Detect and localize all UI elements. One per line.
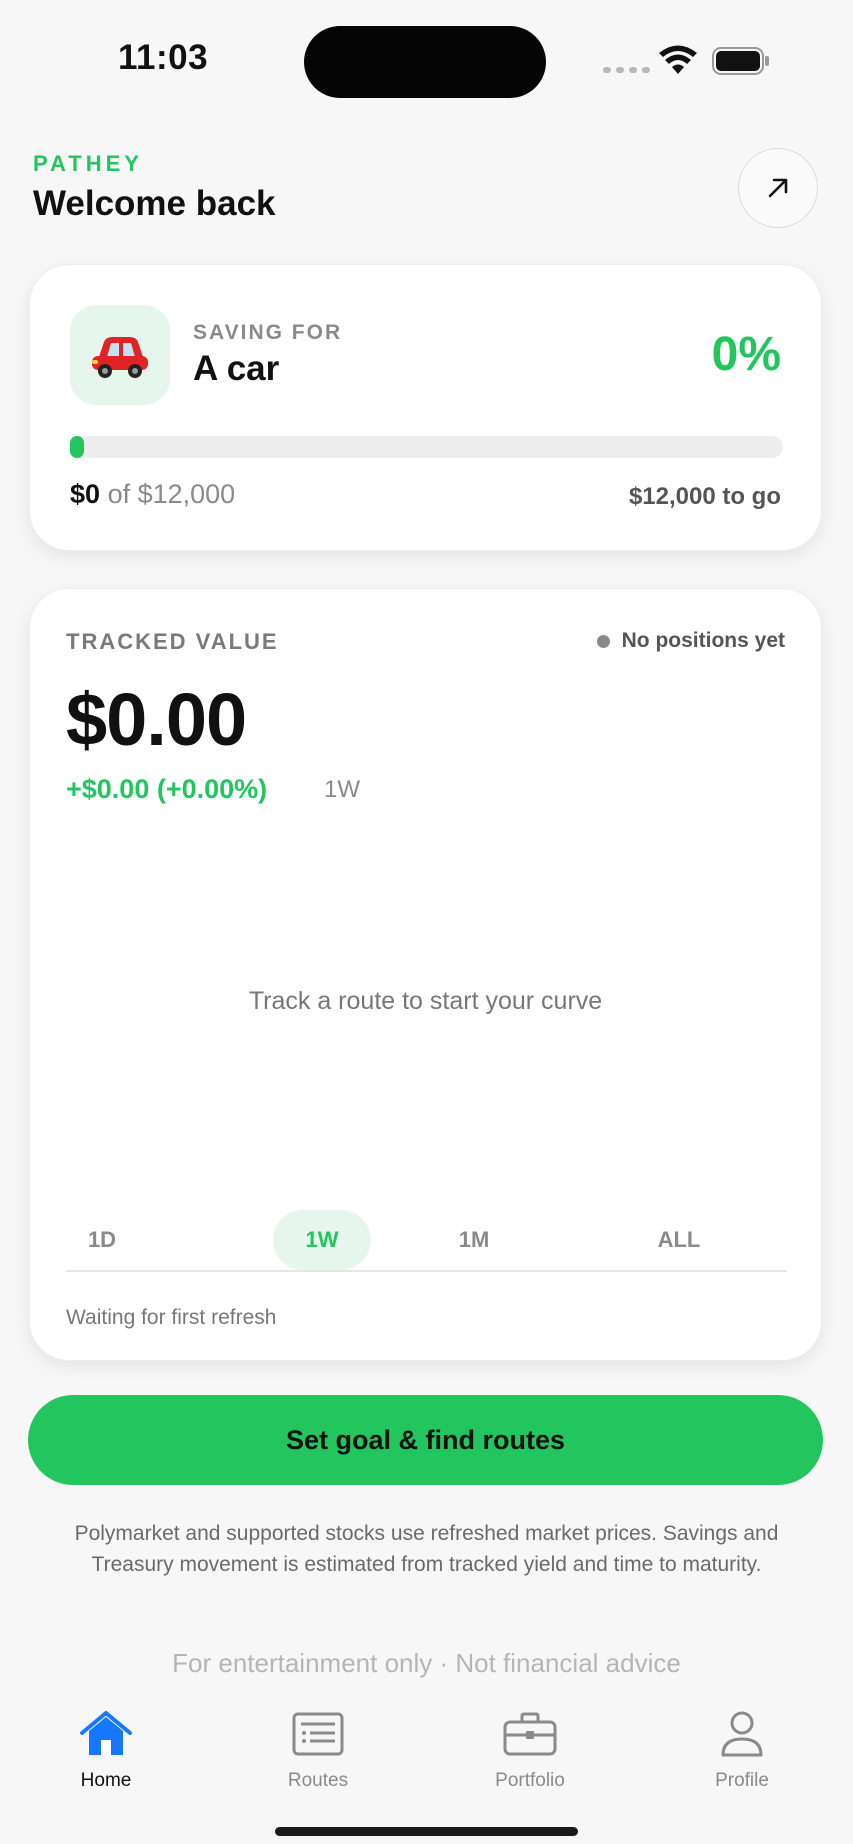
- tab-portfolio-label: Portfolio: [495, 1770, 565, 1791]
- arrow-up-right-icon: [768, 178, 788, 198]
- home-indicator: [275, 1827, 578, 1836]
- tracked-value-amount: $0.00: [66, 678, 247, 761]
- page-title: Welcome back: [33, 184, 276, 223]
- goal-label: SAVING FOR: [193, 321, 343, 344]
- dynamic-island: [304, 26, 546, 98]
- person-icon: [721, 1711, 763, 1757]
- tab-profile-label: Profile: [715, 1770, 769, 1791]
- goal-name: A car: [193, 349, 280, 388]
- tab-profile[interactable]: Profile: [672, 1706, 812, 1792]
- refresh-status: Waiting for first refresh: [66, 1306, 277, 1329]
- tracked-value-change: +$0.00 (+0.00%): [66, 774, 268, 804]
- goal-remaining: $12,000 to go: [628, 483, 781, 510]
- goal-progress-fill: [70, 436, 84, 458]
- house-icon: [80, 1711, 132, 1755]
- entertainment-notice: For entertainment only · Not financial a…: [172, 1648, 681, 1678]
- goal-progress-bar: [70, 436, 783, 458]
- tracked-value-card: TRACKED VALUE No positions yet $0.00 +$0…: [29, 588, 822, 1361]
- time-range-selector: 1D 1W 1M ALL: [66, 1210, 787, 1272]
- goal-saved-amount: $0: [70, 479, 101, 509]
- briefcase-icon: [503, 1712, 557, 1756]
- positions-status-text: No positions yet: [621, 629, 785, 652]
- status-dot-icon: [596, 634, 610, 648]
- wifi-icon: [659, 45, 697, 74]
- range-tab-all[interactable]: ALL: [639, 1210, 719, 1270]
- range-tab-1d[interactable]: 1D: [66, 1210, 138, 1270]
- range-tab-1m[interactable]: 1M: [434, 1210, 514, 1270]
- pricing-disclaimer: Polymarket and supported stocks use refr…: [74, 1522, 779, 1576]
- brand-label: PATHEY: [33, 151, 143, 176]
- goal-card[interactable]: SAVING FOR A car 0% $0 of $12,000 $12,00…: [29, 264, 822, 551]
- cellular-signal-icon: [603, 67, 650, 73]
- goal-percent: 0%: [711, 328, 781, 381]
- status-time: 11:03: [118, 38, 209, 77]
- tracked-value-label: TRACKED VALUE: [66, 629, 279, 654]
- goal-target-amount: of $12,000: [107, 479, 236, 509]
- tab-portfolio[interactable]: Portfolio: [460, 1706, 600, 1792]
- battery-icon: [712, 47, 769, 75]
- goal-saved-text: $0 of $12,000: [70, 479, 235, 510]
- list-icon: [292, 1712, 344, 1756]
- car-icon: [70, 305, 170, 405]
- tab-routes[interactable]: Routes: [248, 1706, 388, 1792]
- positions-status: No positions yet: [596, 629, 785, 653]
- tracked-change-period: 1W: [324, 776, 360, 803]
- tab-bar: Home Routes Portfolio Profile: [0, 1690, 853, 1844]
- tab-home-label: Home: [80, 1770, 132, 1791]
- open-external-button[interactable]: [738, 148, 818, 228]
- tab-home[interactable]: Home: [36, 1706, 176, 1792]
- range-tab-1w[interactable]: 1W: [273, 1210, 371, 1270]
- set-goal-button[interactable]: Set goal & find routes: [28, 1395, 823, 1485]
- tab-routes-label: Routes: [287, 1770, 349, 1791]
- chart-empty-message: Track a route to start your curve: [248, 987, 603, 1015]
